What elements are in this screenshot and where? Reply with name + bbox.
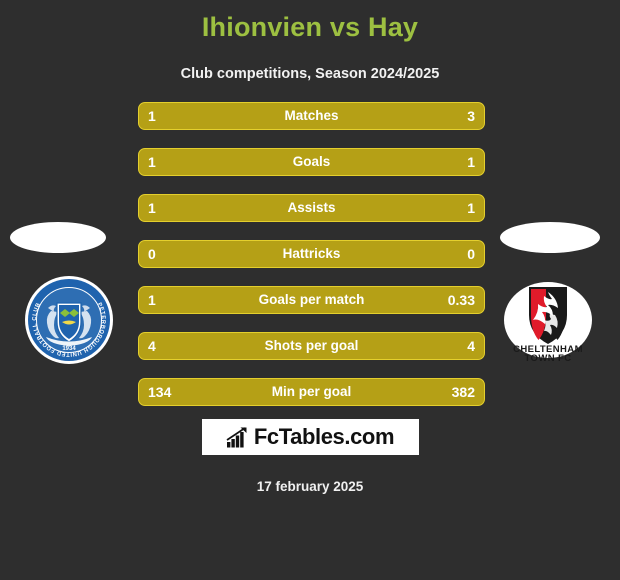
stat-home-value: 0 <box>148 246 156 262</box>
stat-row: 134 Min per goal 382 <box>138 378 485 406</box>
stat-label: Matches <box>284 108 339 123</box>
footer-date: 17 february 2025 <box>256 479 364 494</box>
stat-row: 4 Shots per goal 4 <box>138 332 485 360</box>
page-title: Ihionvien vs Hay <box>201 12 419 42</box>
svg-text:TOWN FC: TOWN FC <box>525 353 572 364</box>
home-team-crest-icon: PETERBOROUGH UNITED FOOTBALL CLUB 1934 <box>24 275 114 365</box>
stat-home-value: 1 <box>148 108 156 124</box>
bar-chart-icon <box>226 426 247 447</box>
stat-away-value: 3 <box>467 108 475 124</box>
page-subtitle: Club competitions, Season 2024/2025 <box>180 66 440 82</box>
header: Ihionvien vs Hay Club competitions, Seas… <box>0 0 620 83</box>
away-team-crest-icon: CHELTENHAM TOWN FC <box>503 275 593 365</box>
stat-row: 1 Assists 1 <box>138 194 485 222</box>
stat-label: Hattricks <box>282 246 341 261</box>
stat-away-value: 4 <box>467 338 475 354</box>
stat-label: Shots per goal <box>264 338 359 353</box>
stat-label: Goals per match <box>258 292 365 307</box>
stat-away-value: 1 <box>467 154 475 170</box>
stat-home-value: 134 <box>148 384 172 400</box>
stat-home-value: 1 <box>148 154 156 170</box>
footer: FcTables.com 17 february 2025 <box>0 409 620 495</box>
stat-row: 1 Matches 3 <box>138 102 485 130</box>
stat-label: Assists <box>287 200 336 215</box>
stat-home-value: 1 <box>148 200 156 216</box>
stat-home-value: 4 <box>148 338 156 354</box>
svg-text:1934: 1934 <box>62 346 76 352</box>
stat-away-value: 0.33 <box>447 292 475 308</box>
stat-row: 1 Goals 1 <box>138 148 485 176</box>
comparison-panel: PETERBOROUGH UNITED FOOTBALL CLUB 1934 C… <box>0 97 620 409</box>
home-crest-backdrop <box>10 222 106 253</box>
stat-away-value: 382 <box>451 384 475 400</box>
stat-row: 1 Goals per match 0.33 <box>138 286 485 314</box>
stat-label: Goals <box>292 154 331 169</box>
fctables-logo[interactable]: FcTables.com <box>201 419 419 455</box>
stat-label: Min per goal <box>271 384 352 399</box>
stat-away-value: 1 <box>467 200 475 216</box>
away-crest-backdrop <box>500 222 600 253</box>
stats-list: 1 Matches 3 1 Goals 1 1 Assists 1 0 Hatt… <box>138 102 485 406</box>
stat-away-value: 0 <box>467 246 475 262</box>
fctables-logo-text: FcTables.com <box>253 424 395 449</box>
stat-home-value: 1 <box>148 292 156 308</box>
stat-row: 0 Hattricks 0 <box>138 240 485 268</box>
